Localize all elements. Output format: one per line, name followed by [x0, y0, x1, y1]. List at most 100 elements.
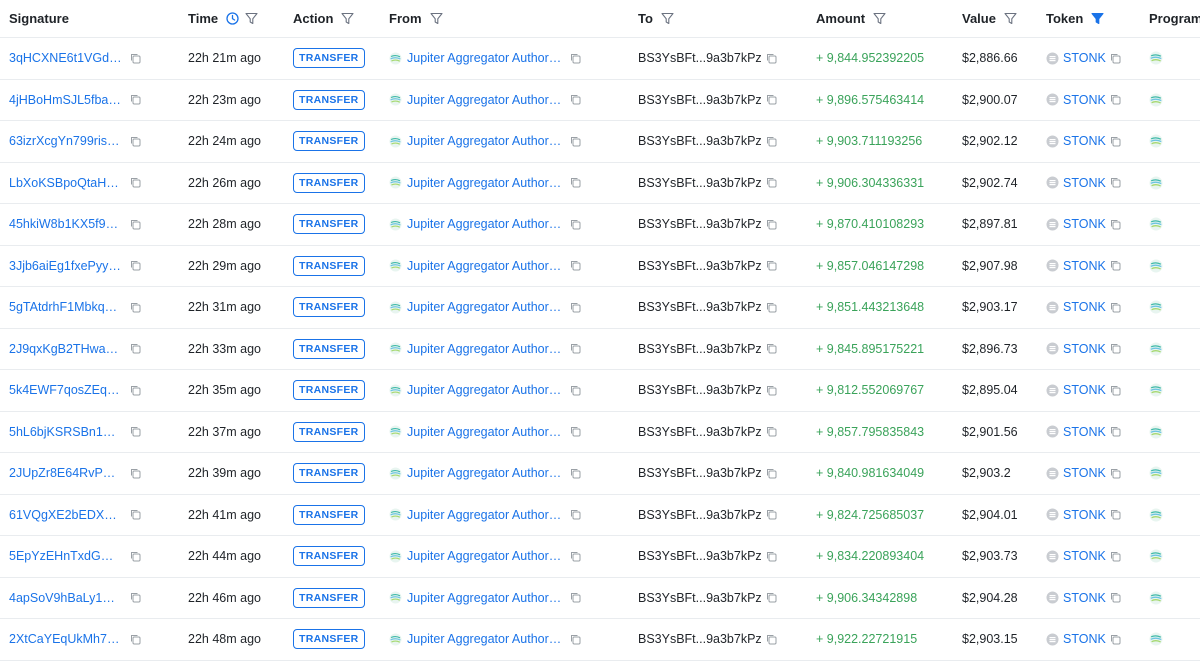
to-address[interactable]: BS3YsBFt...9a3b7kPz [638, 217, 762, 231]
copy-icon[interactable] [1110, 219, 1121, 230]
copy-icon[interactable] [570, 592, 581, 603]
copy-icon[interactable] [766, 219, 777, 230]
token-link[interactable]: STONK [1063, 425, 1106, 439]
clock-icon[interactable] [226, 12, 239, 25]
signature-link[interactable]: 5gTAtdrhF1Mbkqz5... [9, 300, 122, 314]
copy-icon[interactable] [130, 343, 141, 354]
token-link[interactable]: STONK [1063, 342, 1106, 356]
copy-icon[interactable] [130, 94, 141, 105]
to-address[interactable]: BS3YsBFt...9a3b7kPz [638, 591, 762, 605]
from-link[interactable]: Jupiter Aggregator Authorit... [407, 217, 562, 231]
copy-icon[interactable] [570, 260, 581, 271]
copy-icon[interactable] [1110, 136, 1121, 147]
copy-icon[interactable] [570, 509, 581, 520]
token-link[interactable]: STONK [1063, 217, 1106, 231]
signature-link[interactable]: 2J9qxKgB2THwau... [9, 342, 122, 356]
jupiter-program-icon[interactable] [1149, 466, 1163, 480]
token-link[interactable]: STONK [1063, 259, 1106, 273]
jupiter-program-icon[interactable] [1149, 508, 1163, 522]
copy-icon[interactable] [1110, 592, 1121, 603]
jupiter-program-icon[interactable] [1149, 259, 1163, 273]
copy-icon[interactable] [766, 302, 777, 313]
copy-icon[interactable] [1110, 343, 1121, 354]
copy-icon[interactable] [130, 136, 141, 147]
filter-icon[interactable] [245, 12, 258, 25]
filter-icon[interactable] [1004, 12, 1017, 25]
token-link[interactable]: STONK [1063, 632, 1106, 646]
filter-icon[interactable] [661, 12, 674, 25]
jupiter-program-icon[interactable] [1149, 425, 1163, 439]
copy-icon[interactable] [570, 426, 581, 437]
from-link[interactable]: Jupiter Aggregator Authorit... [407, 93, 562, 107]
jupiter-program-icon[interactable] [1149, 93, 1163, 107]
signature-link[interactable]: 63izrXcgYn799risJ... [9, 134, 122, 148]
from-link[interactable]: Jupiter Aggregator Authorit... [407, 176, 562, 190]
copy-icon[interactable] [1110, 426, 1121, 437]
to-address[interactable]: BS3YsBFt...9a3b7kPz [638, 342, 762, 356]
token-link[interactable]: STONK [1063, 466, 1106, 480]
to-address[interactable]: BS3YsBFt...9a3b7kPz [638, 51, 762, 65]
copy-icon[interactable] [130, 53, 141, 64]
copy-icon[interactable] [570, 177, 581, 188]
copy-icon[interactable] [766, 426, 777, 437]
jupiter-program-icon[interactable] [1149, 342, 1163, 356]
copy-icon[interactable] [130, 260, 141, 271]
jupiter-program-icon[interactable] [1149, 176, 1163, 190]
to-address[interactable]: BS3YsBFt...9a3b7kPz [638, 632, 762, 646]
copy-icon[interactable] [130, 551, 141, 562]
copy-icon[interactable] [766, 468, 777, 479]
copy-icon[interactable] [130, 468, 141, 479]
to-address[interactable]: BS3YsBFt...9a3b7kPz [638, 549, 762, 563]
token-link[interactable]: STONK [1063, 300, 1106, 314]
to-address[interactable]: BS3YsBFt...9a3b7kPz [638, 466, 762, 480]
filter-icon[interactable] [429, 12, 443, 25]
copy-icon[interactable] [1110, 385, 1121, 396]
jupiter-program-icon[interactable] [1149, 134, 1163, 148]
copy-icon[interactable] [130, 592, 141, 603]
from-link[interactable]: Jupiter Aggregator Authorit... [407, 425, 562, 439]
copy-icon[interactable] [766, 592, 777, 603]
jupiter-program-icon[interactable] [1149, 383, 1163, 397]
copy-icon[interactable] [1110, 468, 1121, 479]
from-link[interactable]: Jupiter Aggregator Authorit... [407, 591, 562, 605]
copy-icon[interactable] [570, 53, 581, 64]
to-address[interactable]: BS3YsBFt...9a3b7kPz [638, 425, 762, 439]
token-link[interactable]: STONK [1063, 591, 1106, 605]
copy-icon[interactable] [570, 302, 581, 313]
filter-icon[interactable] [873, 12, 886, 25]
from-link[interactable]: Jupiter Aggregator Authorit... [407, 134, 562, 148]
signature-link[interactable]: 5k4EWF7qosZEq3F... [9, 383, 122, 397]
copy-icon[interactable] [1110, 260, 1121, 271]
copy-icon[interactable] [1110, 302, 1121, 313]
copy-icon[interactable] [130, 634, 141, 645]
copy-icon[interactable] [1110, 94, 1121, 105]
copy-icon[interactable] [1110, 551, 1121, 562]
filter-icon[interactable] [341, 12, 355, 25]
copy-icon[interactable] [1110, 177, 1121, 188]
copy-icon[interactable] [130, 302, 141, 313]
signature-link[interactable]: 5hL6bjKSRSBn1Wa... [9, 425, 122, 439]
signature-link[interactable]: 4apSoV9hBaLy1Pu... [9, 591, 122, 605]
from-link[interactable]: Jupiter Aggregator Authorit... [407, 549, 562, 563]
copy-icon[interactable] [570, 136, 581, 147]
token-link[interactable]: STONK [1063, 176, 1106, 190]
to-address[interactable]: BS3YsBFt...9a3b7kPz [638, 508, 762, 522]
copy-icon[interactable] [130, 385, 141, 396]
token-link[interactable]: STONK [1063, 508, 1106, 522]
copy-icon[interactable] [766, 53, 777, 64]
copy-icon[interactable] [766, 94, 777, 105]
token-link[interactable]: STONK [1063, 134, 1106, 148]
copy-icon[interactable] [130, 219, 141, 230]
copy-icon[interactable] [766, 509, 777, 520]
copy-icon[interactable] [766, 385, 777, 396]
token-link[interactable]: STONK [1063, 549, 1106, 563]
copy-icon[interactable] [570, 634, 581, 645]
copy-icon[interactable] [766, 177, 777, 188]
signature-link[interactable]: 45hkiW8b1KX5f9z... [9, 217, 122, 231]
signature-link[interactable]: 2JUpZr8E64RvPZHf... [9, 466, 122, 480]
copy-icon[interactable] [130, 509, 141, 520]
copy-icon[interactable] [766, 634, 777, 645]
from-link[interactable]: Jupiter Aggregator Authorit... [407, 342, 562, 356]
copy-icon[interactable] [570, 551, 581, 562]
copy-icon[interactable] [766, 260, 777, 271]
